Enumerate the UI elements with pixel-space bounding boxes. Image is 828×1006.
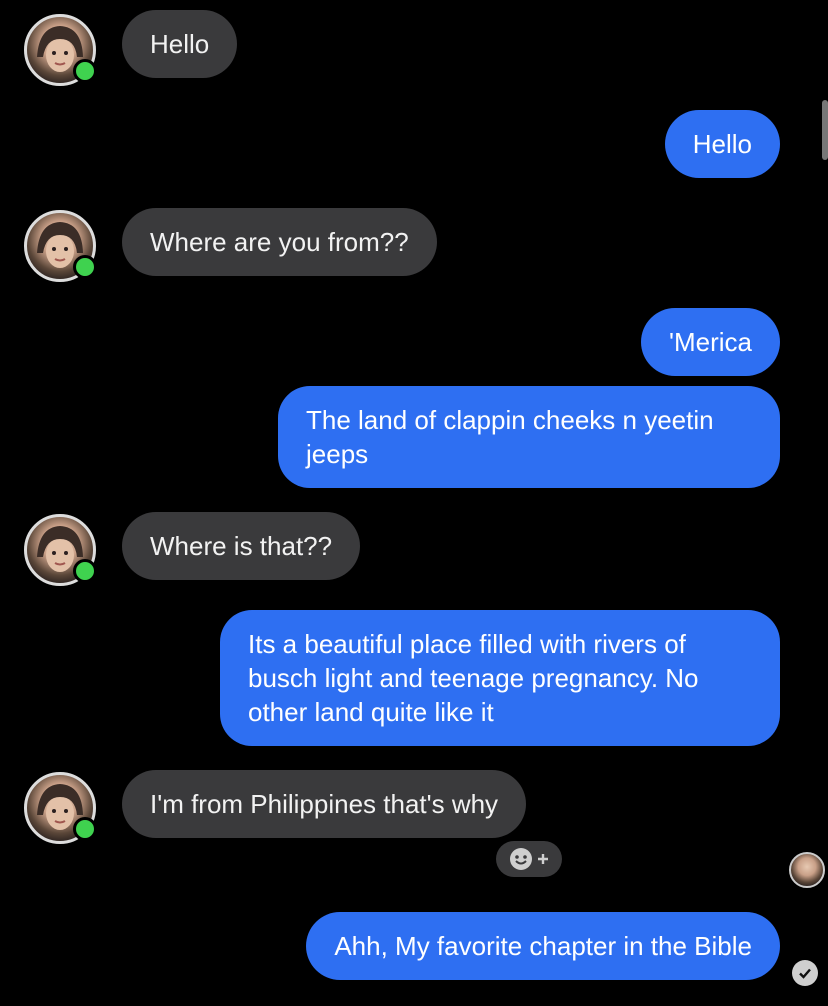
contact-avatar[interactable] <box>24 14 97 86</box>
message-bubble-incoming[interactable]: I'm from Philippines that's why <box>122 770 527 838</box>
message-bubble-incoming[interactable]: Hello <box>122 10 238 78</box>
online-indicator <box>73 817 97 841</box>
online-indicator <box>73 59 97 83</box>
message-bubble-outgoing[interactable]: Its a beautiful place filled with rivers… <box>220 610 780 746</box>
checkmark-icon <box>792 960 818 986</box>
message-bubble-outgoing[interactable]: Hello <box>664 110 780 178</box>
online-indicator <box>73 255 97 279</box>
chat-thread: Hello Hello Where are you from?? 'Merica… <box>0 0 828 1006</box>
smiley-icon <box>510 848 532 870</box>
read-receipt-avatar <box>789 852 825 888</box>
message-bubble-outgoing[interactable]: 'Merica <box>641 308 780 376</box>
contact-avatar[interactable] <box>24 772 97 844</box>
message-bubble-incoming[interactable]: Where are you from?? <box>122 208 437 276</box>
contact-avatar[interactable] <box>24 210 97 282</box>
message-bubble-outgoing[interactable]: The land of clappin cheeks n yeetin jeep… <box>278 386 780 488</box>
contact-avatar[interactable] <box>24 514 97 586</box>
message-bubble-outgoing[interactable]: Ahh, My favorite chapter in the Bible <box>306 912 780 980</box>
scroll-edge <box>822 100 828 160</box>
plus-icon <box>538 854 548 864</box>
add-reaction-button[interactable] <box>496 841 562 877</box>
message-bubble-incoming[interactable]: Where is that?? <box>122 512 361 580</box>
online-indicator <box>73 559 97 583</box>
